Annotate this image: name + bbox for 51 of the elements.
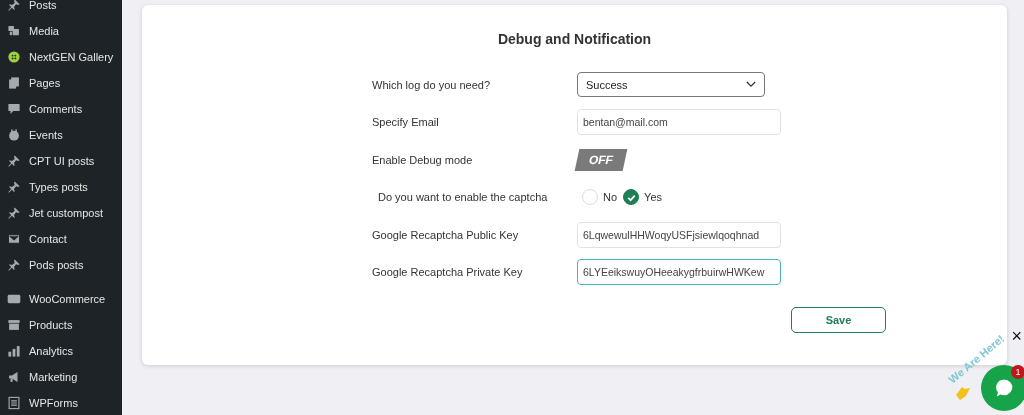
- media-icon: [7, 24, 21, 38]
- input-field[interactable]: bentan@mail.com: [577, 109, 781, 136]
- sidebar-item[interactable]: Media: [0, 18, 122, 44]
- caret-icon: [746, 81, 756, 89]
- sidebar-item[interactable]: Posts: [0, 0, 122, 18]
- sidebar-item[interactable]: Pods posts: [0, 252, 122, 278]
- field-label: Enable Debug mode: [372, 153, 474, 166]
- form-icon: [7, 396, 21, 410]
- pin-icon: [7, 206, 21, 220]
- sidebar-item[interactable]: Types posts: [0, 174, 122, 200]
- radio-label: No: [603, 191, 618, 204]
- megaphone-icon: [7, 370, 21, 384]
- mail-icon: [7, 232, 21, 246]
- archive-icon: [7, 318, 21, 332]
- sidebar-item[interactable]: Marketing: [0, 364, 122, 390]
- save-button[interactable]: Save: [791, 307, 886, 333]
- panel-title: Debug and Notification: [496, 31, 653, 47]
- notification-badge: 1: [1011, 365, 1024, 379]
- sidebar-item[interactable]: WPForms: [0, 390, 122, 415]
- sidebar-item[interactable]: Analytics: [0, 338, 122, 364]
- sidebar-item[interactable]: Events: [0, 122, 122, 148]
- pin-icon: [7, 180, 21, 194]
- pin-icon: [7, 154, 21, 168]
- field-label: Google Recaptcha Public Key: [372, 228, 520, 241]
- field-label: Google Recaptcha Private Key: [372, 266, 524, 279]
- close-icon[interactable]: ×: [1011, 327, 1022, 345]
- pin-icon: [7, 0, 21, 12]
- field-label: Which log do you need?: [372, 78, 492, 91]
- sidebar-item[interactable]: Jet custompost: [0, 200, 122, 226]
- comment-icon: [7, 102, 21, 116]
- bar-chart-icon: [7, 344, 21, 358]
- pages-icon: [7, 76, 21, 90]
- field-label: Do you want to enable the captcha: [377, 191, 549, 204]
- sidebar-item[interactable]: CPT UI posts: [0, 148, 122, 174]
- chat-button[interactable]: [981, 365, 1024, 411]
- sidebar-item[interactable]: Products: [0, 312, 122, 338]
- sidebar-item[interactable]: Pages: [0, 70, 122, 96]
- sidebar-item[interactable]: Contact: [0, 226, 122, 252]
- radio-label: Yes: [644, 191, 662, 204]
- sidebar-item[interactable]: WooCommerce: [0, 286, 122, 312]
- store-icon: [7, 292, 21, 306]
- sidebar-item[interactable]: NextGEN Gallery: [0, 44, 122, 70]
- input-field[interactable]: 6LqwewulHHWoqyUSFjsiewlqoqhnad: [577, 221, 781, 248]
- debug-toggle[interactable]: OFF: [574, 148, 628, 171]
- radio-button[interactable]: [623, 189, 640, 206]
- input-field[interactable]: 6LYEeikswuyOHeeakygfrbuirwHWKew: [577, 259, 781, 286]
- gallery-icon: [7, 50, 21, 64]
- field-label: Specify Email: [372, 116, 440, 129]
- log-select[interactable]: Success: [577, 72, 765, 98]
- sidebar-item[interactable]: Comments: [0, 96, 122, 122]
- pin-icon: [7, 258, 21, 272]
